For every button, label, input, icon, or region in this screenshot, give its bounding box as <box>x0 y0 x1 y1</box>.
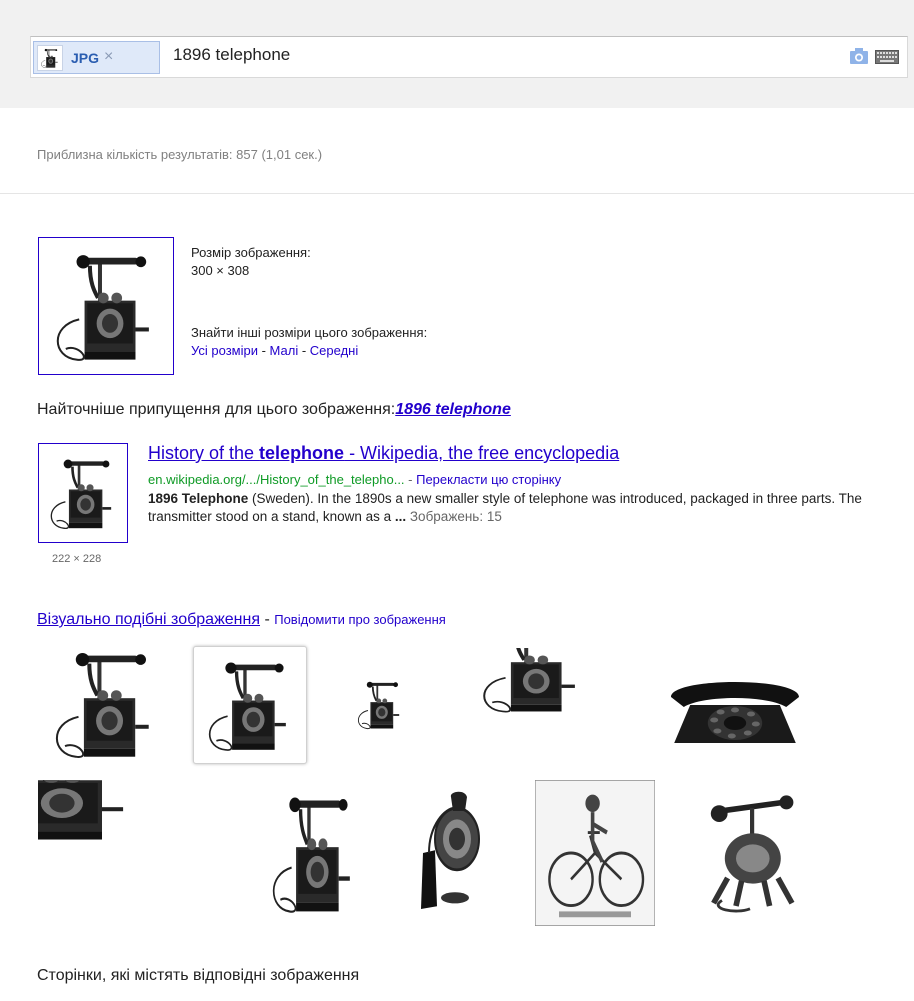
similar-image[interactable] <box>258 780 370 926</box>
similar-images-link[interactable]: Візуально подібні зображення <box>37 611 260 628</box>
similar-image[interactable] <box>193 646 307 764</box>
title-prefix: History of the <box>148 443 260 463</box>
query-image-preview[interactable] <box>38 237 174 375</box>
size-links: Усі розміри - Малі - Середні <box>191 343 358 358</box>
similar-image[interactable] <box>350 662 410 747</box>
result-thumbnail[interactable] <box>38 443 128 543</box>
keyboard-icon[interactable] <box>875 50 899 69</box>
similar-image[interactable] <box>470 648 630 760</box>
snippet-ellipsis: ... <box>394 509 407 524</box>
medium-sizes-link[interactable]: Середні <box>310 343 358 358</box>
report-images-link[interactable]: Повідомити про зображення <box>274 612 446 627</box>
close-icon[interactable]: × <box>104 48 113 66</box>
translate-link[interactable]: Перекласти цю сторінку <box>416 472 561 487</box>
result-snippet: 1896 Telephone (Sweden). In the 1890s a … <box>148 490 868 526</box>
best-guess-label: Найточніше припущення для цього зображен… <box>37 401 396 418</box>
search-input[interactable] <box>173 45 773 65</box>
query-image-chip[interactable]: JPG × <box>33 41 160 74</box>
result-url: en.wikipedia.org/.../History_of_the_tele… <box>148 472 405 487</box>
divider <box>0 193 914 194</box>
small-sizes-link[interactable]: Малі <box>270 343 299 358</box>
similar-separator: - <box>260 611 275 628</box>
best-guess-link[interactable]: 1896 telephone <box>395 401 511 418</box>
similar-images-header: Візуально подібні зображення - Повідомит… <box>37 611 446 629</box>
similar-image[interactable] <box>38 780 249 926</box>
image-size-value: 300 × 308 <box>191 263 250 278</box>
matching-pages-header: Сторінки, які містять відповідні зображе… <box>37 967 360 984</box>
camera-icon[interactable] <box>849 47 869 70</box>
query-image-thumbnail <box>37 45 63 71</box>
title-suffix: - Wikipedia, the free encyclopedia <box>344 443 620 463</box>
other-sizes-label: Знайти інші розміри цього зображення: <box>191 325 428 340</box>
image-size-label: Розмір зображення: <box>191 245 311 260</box>
similar-image[interactable] <box>680 780 820 920</box>
result-stats: Приблизна кількість результатів: 857 (1,… <box>37 147 323 162</box>
search-box[interactable]: JPG × <box>30 36 908 78</box>
link-separator: - <box>257 343 270 358</box>
link-separator: - <box>298 343 310 358</box>
all-sizes-link[interactable]: Усі розміри <box>191 343 258 358</box>
result-title-link[interactable]: History of the telephone - Wikipedia, th… <box>148 443 619 464</box>
snippet-text: (Sweden). In the 1890s a new smaller sty… <box>148 491 862 524</box>
result-url-line: en.wikipedia.org/.../History_of_the_tele… <box>148 472 561 487</box>
url-separator: - <box>404 472 417 487</box>
result-thumbnail-dimensions: 222 × 228 <box>52 553 102 565</box>
similar-image[interactable] <box>38 637 173 770</box>
title-bold: telephone <box>259 443 345 463</box>
chip-label: JPG <box>71 50 100 66</box>
images-count: Зображень: 15 <box>406 509 502 524</box>
snippet-bold: 1896 Telephone <box>148 491 249 506</box>
similar-image[interactable] <box>535 780 655 926</box>
similar-image[interactable] <box>655 655 815 755</box>
similar-image[interactable] <box>395 783 495 923</box>
best-guess: Найточніше припущення для цього зображен… <box>37 401 511 419</box>
